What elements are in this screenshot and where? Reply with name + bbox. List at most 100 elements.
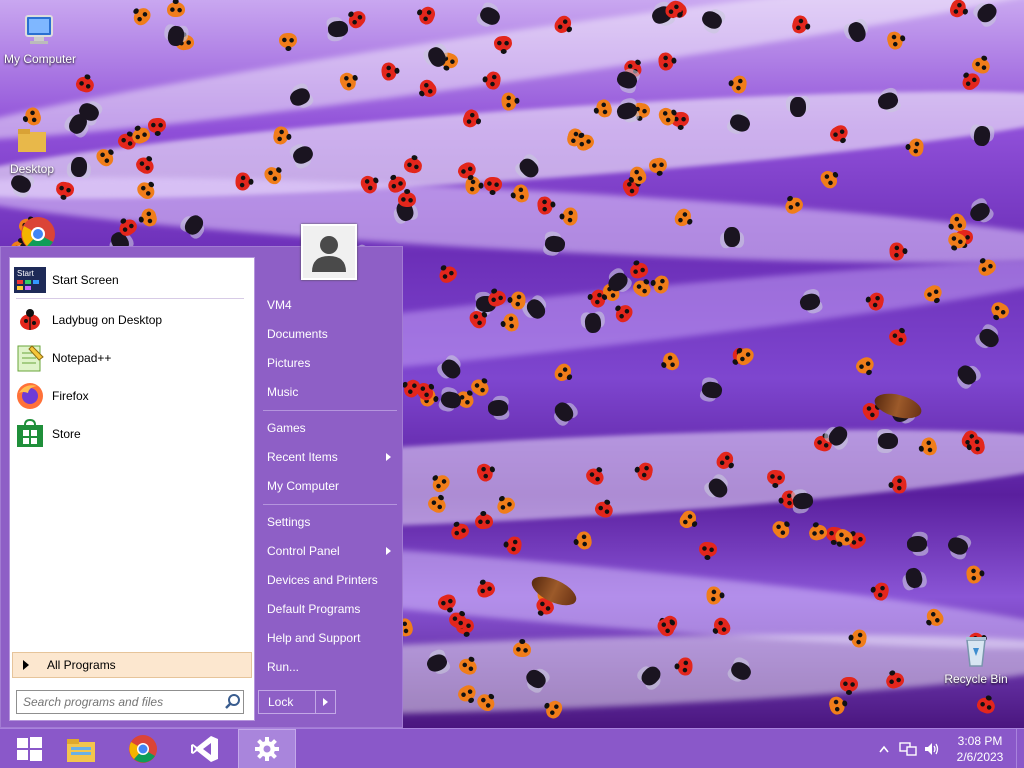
- fly-sprite: [945, 534, 971, 558]
- divider: [16, 298, 244, 299]
- expand-arrow-icon: [23, 660, 29, 670]
- computer-icon: [20, 10, 60, 50]
- ladybug-sprite: [988, 299, 1012, 322]
- settings-gear-icon: [255, 737, 279, 761]
- link-control-panel[interactable]: Control Panel: [259, 538, 399, 564]
- ladybug-sprite: [448, 520, 472, 543]
- recycle-bin-icon: [956, 630, 996, 670]
- link-run[interactable]: Run...: [259, 654, 399, 680]
- search-input[interactable]: [23, 695, 223, 709]
- start-screen-icon: Start: [14, 264, 46, 296]
- volume-icon[interactable]: [923, 740, 941, 758]
- link-games[interactable]: Games: [259, 415, 399, 441]
- link-vm4[interactable]: VM4: [259, 292, 399, 318]
- fly-sprite: [967, 199, 993, 225]
- taskbar-clock[interactable]: 3:08 PM 2/6/2023: [944, 733, 1016, 765]
- link-label: Default Programs: [267, 602, 361, 616]
- fly-sprite: [903, 566, 925, 590]
- fly-sprite: [723, 226, 741, 248]
- all-programs-label: All Programs: [47, 658, 116, 672]
- ladybug-sprite: [853, 354, 877, 377]
- network-icon[interactable]: [899, 740, 917, 758]
- desktop-icon-desktop[interactable]: Desktop: [0, 120, 72, 176]
- link-label: Control Panel: [267, 544, 340, 558]
- file-explorer-icon: [67, 739, 95, 762]
- show-hidden-icons-chevron-icon[interactable]: [875, 740, 893, 758]
- ladybug-sprite: [345, 7, 369, 32]
- ladybug-sprite: [562, 207, 578, 226]
- user-avatar[interactable]: [301, 224, 357, 280]
- link-documents[interactable]: Documents: [259, 321, 399, 347]
- ladybug-sprite: [130, 4, 154, 29]
- link-label: Games: [267, 421, 306, 435]
- link-settings[interactable]: Settings: [259, 509, 399, 535]
- ladybug-sprite: [660, 350, 682, 373]
- ladybug-sprite: [730, 74, 748, 95]
- start-button[interactable]: [0, 729, 58, 768]
- link-music[interactable]: Music: [259, 379, 399, 405]
- ladybug-sprite: [484, 70, 502, 91]
- link-label: Help and Support: [267, 631, 361, 645]
- lock-label: Lock: [268, 695, 294, 709]
- fly-sprite: [584, 312, 602, 334]
- pinned-store[interactable]: Store: [14, 416, 250, 452]
- lock-button[interactable]: Lock: [258, 690, 336, 714]
- taskbar-file-explorer[interactable]: [52, 729, 110, 768]
- pinned-notepadpp[interactable]: Notepad++: [14, 340, 250, 376]
- search-icon[interactable]: [223, 692, 243, 712]
- ladybug-sprite: [817, 167, 841, 192]
- ladybug-sprite: [551, 360, 575, 385]
- pinned-start-screen[interactable]: Start Start Screen: [14, 262, 250, 298]
- clock-date: 2/6/2023: [956, 750, 1004, 764]
- search-programs-box[interactable]: [16, 690, 244, 714]
- ladybug-sprite: [965, 564, 983, 585]
- taskbar-settings[interactable]: [238, 729, 296, 768]
- link-recent-items[interactable]: Recent Items: [259, 444, 399, 470]
- pinned-label: Start Screen: [52, 273, 119, 287]
- pinned-label: Firefox: [52, 389, 89, 403]
- taskbar-visual-studio[interactable]: [176, 729, 234, 768]
- svg-text:Start: Start: [17, 269, 35, 278]
- ladybug-sprite: [647, 156, 669, 175]
- start-menu-programs-pane: Start Start Screen Ladybug on Desktop No…: [9, 257, 255, 721]
- desktop-icon-recycle-bin[interactable]: Recycle Bin: [936, 630, 1016, 686]
- taskbar: 3:08 PM 2/6/2023: [0, 728, 1024, 768]
- link-label: Run...: [267, 660, 300, 674]
- pinned-label: Store: [52, 427, 81, 441]
- submenu-arrow-icon: [386, 453, 391, 461]
- ladybug-sprite: [505, 535, 523, 556]
- ladybug-sprite: [885, 29, 905, 52]
- ladybug-sprite: [416, 4, 438, 27]
- desktop-icon-my-computer[interactable]: My Computer: [0, 10, 80, 66]
- notepadpp-icon: [14, 342, 46, 374]
- store-icon: [14, 418, 46, 450]
- ladybug-sprite: [436, 263, 460, 286]
- fly-sprite: [973, 125, 991, 147]
- fly-sprite: [906, 535, 928, 553]
- link-default-programs[interactable]: Default Programs: [259, 596, 399, 622]
- fly-sprite: [976, 325, 1002, 351]
- link-devices-printers[interactable]: Devices and Printers: [259, 567, 399, 593]
- fly-sprite: [700, 380, 724, 400]
- ladybug-sprite: [147, 117, 167, 134]
- fly-sprite: [477, 4, 503, 28]
- ladybug-sprite: [397, 191, 417, 208]
- pinned-ladybug[interactable]: Ladybug on Desktop: [14, 302, 250, 338]
- ladybug-sprite: [890, 474, 908, 495]
- power-options-arrow[interactable]: [315, 691, 335, 713]
- fly-sprite: [792, 491, 814, 511]
- link-label: Devices and Printers: [267, 573, 378, 587]
- fly-sprite: [487, 399, 509, 417]
- link-my-computer[interactable]: My Computer: [259, 473, 399, 499]
- ladybug-sprite: [840, 677, 858, 692]
- ladybug-sprite: [907, 137, 925, 158]
- windows-start-icon: [17, 737, 42, 761]
- link-help-support[interactable]: Help and Support: [259, 625, 399, 651]
- all-programs-button[interactable]: All Programs: [12, 652, 252, 678]
- link-pictures[interactable]: Pictures: [259, 350, 399, 376]
- show-desktop-button[interactable]: [1016, 729, 1024, 768]
- link-label: Pictures: [267, 356, 311, 370]
- pinned-firefox[interactable]: Firefox: [14, 378, 250, 414]
- desktop-icon-label: Desktop: [9, 162, 55, 176]
- taskbar-chrome[interactable]: [114, 729, 172, 768]
